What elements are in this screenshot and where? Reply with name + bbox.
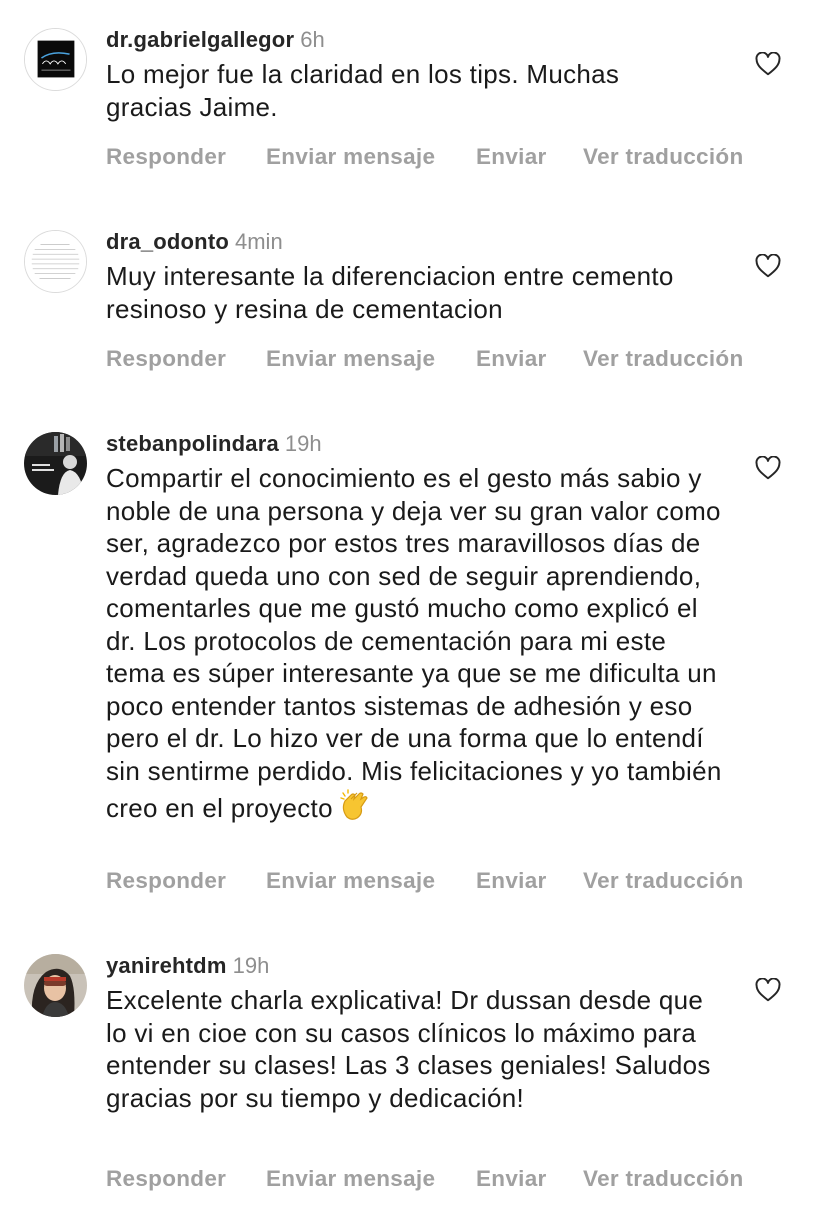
comment-header: dra_odonto 4min: [106, 226, 283, 258]
doctor-photo-avatar-icon: [24, 432, 87, 495]
send-message-button[interactable]: Enviar mensaje: [266, 142, 435, 172]
username[interactable]: dr.gabrielgallegor: [106, 27, 294, 52]
send-message-button[interactable]: Enviar mensaje: [266, 866, 435, 896]
person-photo-avatar-icon: [24, 954, 87, 1017]
clinic-logo-avatar-icon: [25, 29, 86, 90]
comment-text: Muy interesante la diferenciacion entre …: [106, 261, 674, 324]
timestamp: 19h: [284, 431, 322, 456]
send-button[interactable]: Enviar: [476, 344, 547, 374]
comment-text-body: Compartir el conocimiento es el gesto má…: [106, 463, 722, 823]
comment-header: dr.gabrielgallegor 6h: [106, 24, 325, 56]
send-button[interactable]: Enviar: [476, 142, 547, 172]
heart-icon[interactable]: [755, 456, 781, 480]
heart-icon[interactable]: [755, 978, 781, 1002]
username[interactable]: yanirehtdm: [106, 953, 227, 978]
send-message-button[interactable]: Enviar mensaje: [266, 1164, 435, 1194]
reply-button[interactable]: Responder: [106, 1164, 226, 1194]
username[interactable]: stebanpolindara: [106, 431, 279, 456]
comment-text: Compartir el conocimiento es el gesto má…: [106, 462, 726, 825]
text-document-avatar-icon: [25, 231, 86, 292]
comment-text: Excelente charla explicativa! Dr dussan …: [106, 985, 711, 1113]
avatar[interactable]: [24, 432, 87, 495]
send-message-button[interactable]: Enviar mensaje: [266, 344, 435, 374]
clapping-hands-icon: [337, 787, 373, 823]
timestamp: 4min: [235, 229, 283, 254]
comment-header: stebanpolindara 19h: [106, 428, 322, 460]
avatar[interactable]: [24, 230, 87, 293]
timestamp: 6h: [300, 27, 325, 52]
comment-header: yanirehtdm 19h: [106, 950, 269, 982]
translate-button[interactable]: Ver traducción: [583, 142, 744, 172]
reply-button[interactable]: Responder: [106, 344, 226, 374]
translate-button[interactable]: Ver traducción: [583, 344, 744, 374]
comment-text: Lo mejor fue la claridad en los tips. Mu…: [106, 59, 620, 122]
username[interactable]: dra_odonto: [106, 229, 229, 254]
heart-icon[interactable]: [755, 254, 781, 278]
heart-icon[interactable]: [755, 52, 781, 76]
reply-button[interactable]: Responder: [106, 142, 226, 172]
send-button[interactable]: Enviar: [476, 1164, 547, 1194]
timestamp: 19h: [232, 953, 270, 978]
avatar[interactable]: [24, 28, 87, 91]
send-button[interactable]: Enviar: [476, 866, 547, 896]
avatar[interactable]: [24, 954, 87, 1017]
translate-button[interactable]: Ver traducción: [583, 866, 744, 896]
translate-button[interactable]: Ver traducción: [583, 1164, 744, 1194]
reply-button[interactable]: Responder: [106, 866, 226, 896]
